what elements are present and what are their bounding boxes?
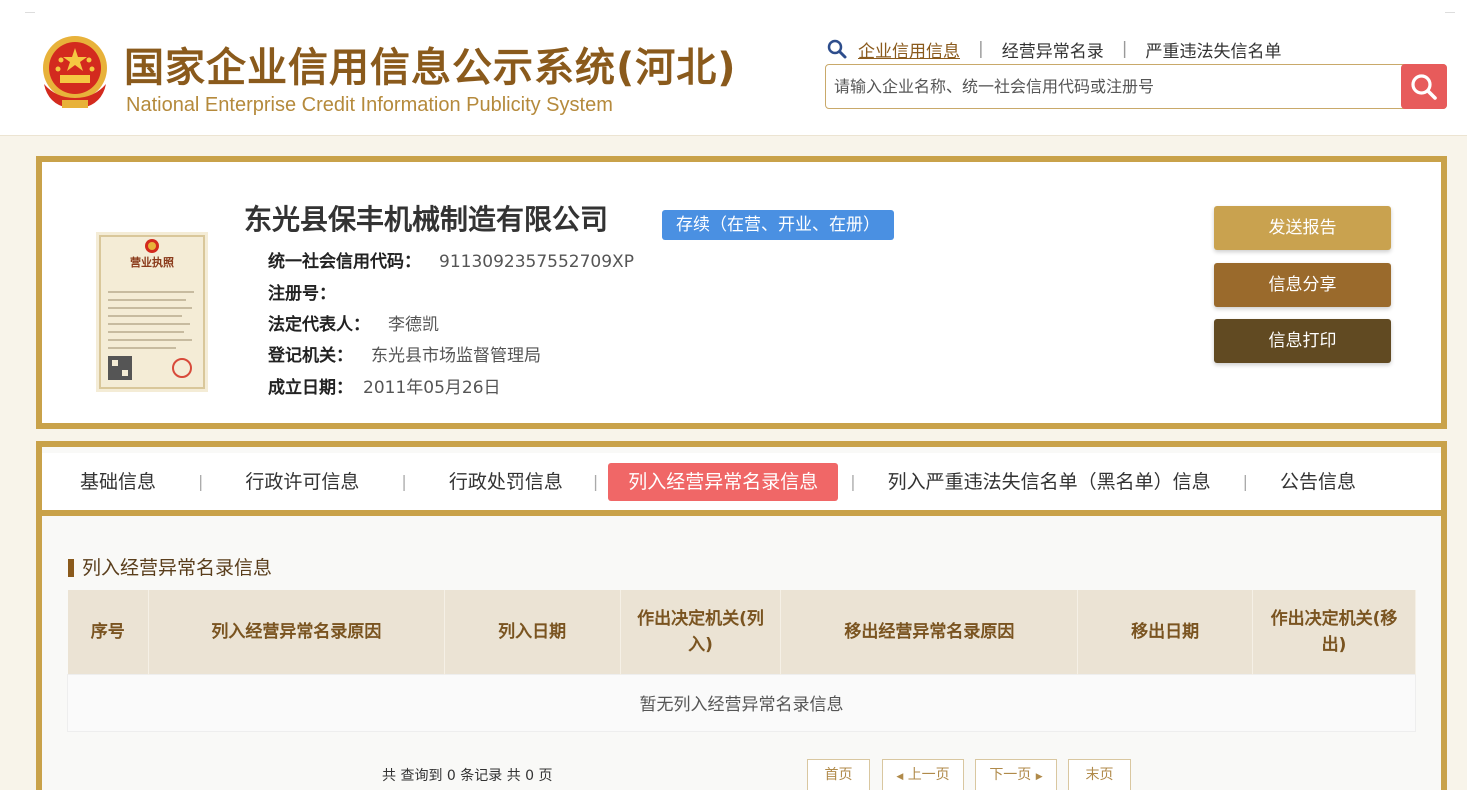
search-box — [825, 64, 1447, 109]
nav-divider: | — [978, 39, 984, 59]
info-establishment-date: 成立日期： 2011年05月26日 — [268, 376, 501, 400]
col-header: 序号 — [67, 590, 149, 674]
print-info-button[interactable]: 信息打印 — [1214, 319, 1391, 363]
table-row: 暂无列入经营异常名录信息 — [67, 673, 1416, 732]
status-badge: 存续（在营、开业、在册） — [662, 210, 894, 240]
next-page-button[interactable]: 下一页 ▶ — [975, 759, 1057, 790]
top-decoration — [0, 12, 1467, 13]
tab-divider: | — [1242, 472, 1249, 491]
tab-divider: | — [850, 472, 856, 491]
company-name: 东光县保丰机械制造有限公司 — [244, 203, 609, 236]
national-emblem-icon — [43, 36, 107, 108]
col-header: 作出决定机关(列入) — [620, 590, 782, 674]
info-label: 注册号： — [268, 284, 336, 304]
prev-page-button[interactable]: ◀ 上一页 — [882, 759, 964, 790]
company-card: 营业执照 东光县保丰机械制造有限公司 存续（在营、开业、在册） 统一社会信用代码… — [36, 156, 1447, 429]
info-value: 东光县市场监督管理局 — [371, 346, 541, 366]
tab-admin-license[interactable]: 行政许可信息 — [225, 463, 379, 501]
col-header: 作出决定机关(移出) — [1252, 590, 1416, 674]
info-label: 法定代表人： — [268, 315, 370, 335]
tab-blacklist[interactable]: 列入严重违法失信名单（黑名单）信息 — [868, 463, 1231, 501]
search-icon — [1411, 73, 1437, 100]
nav-divider: | — [1121, 39, 1128, 59]
first-page-button[interactable]: 首页 — [807, 759, 870, 790]
info-registration-no: 注册号： — [268, 282, 354, 306]
nav-enterprise-credit[interactable]: 企业信用信息 — [858, 37, 960, 62]
info-label: 统一社会信用代码： — [268, 252, 421, 272]
tab-divider: | — [401, 472, 407, 491]
tab-basic-info[interactable]: 基础信息 — [60, 463, 176, 501]
info-credit-code: 统一社会信用代码： 9113092357552709XP — [268, 250, 634, 274]
info-label: 成立日期： — [268, 378, 353, 398]
tab-admin-penalty[interactable]: 行政处罚信息 — [429, 463, 583, 501]
license-title: 营业执照 — [130, 255, 174, 269]
magnifier-icon — [827, 39, 847, 59]
table-header-row: 序号 列入经营异常名录原因 列入日期 作出决定机关(列入) 移出经营异常名录原因… — [67, 590, 1416, 674]
nav-abnormal-list[interactable]: 经营异常名录 — [1002, 37, 1104, 62]
empty-message: 暂无列入经营异常名录信息 — [67, 673, 1416, 732]
col-header: 列入经营异常名录原因 — [148, 590, 445, 674]
site-title: 国家企业信用信息公示系统(河北) — [124, 45, 737, 91]
tab-abnormal-operation[interactable]: 列入经营异常名录信息 — [608, 462, 839, 501]
info-value: 2011年05月26日 — [363, 378, 501, 398]
caret-left-icon: ◀ — [896, 772, 904, 782]
top-nav: 企业信用信息 | 经营异常名录 | 严重违法失信名单 — [826, 37, 1281, 62]
tab-announcement[interactable]: 公告信息 — [1260, 463, 1376, 501]
info-value: 9113092357552709XP — [439, 252, 634, 272]
site-header: 国家企业信用信息公示系统(河北) National Enterprise Cre… — [0, 0, 1467, 136]
info-label: 登记机关： — [268, 346, 353, 366]
site-subtitle: National Enterprise Credit Information P… — [126, 94, 613, 116]
next-page-label: 下一页 — [989, 767, 1032, 783]
business-license-image: 营业执照 — [96, 232, 208, 392]
share-info-button[interactable]: 信息分享 — [1214, 263, 1391, 307]
tab-divider: | — [592, 472, 599, 491]
abnormal-list-table: 序号 列入经营异常名录原因 列入日期 作出决定机关(列入) 移出经营异常名录原因… — [67, 590, 1416, 732]
last-page-button[interactable]: 末页 — [1068, 759, 1131, 790]
col-header: 移出日期 — [1077, 590, 1254, 674]
info-value: 李德凯 — [388, 315, 439, 335]
tab-divider: | — [198, 472, 204, 491]
search-input[interactable] — [834, 65, 1399, 108]
col-header: 移出经营异常名录原因 — [780, 590, 1079, 674]
section-title: 列入经营异常名录信息 — [68, 555, 272, 581]
col-header: 列入日期 — [444, 590, 621, 674]
pagination-info: 共 查询到 0 条记录 共 0 页 — [382, 768, 553, 784]
prev-page-label: 上一页 — [907, 767, 950, 783]
nav-serious-violation-list[interactable]: 严重违法失信名单 — [1145, 37, 1281, 62]
caret-right-icon: ▶ — [1035, 772, 1043, 782]
info-tabs: 基础信息 | 行政许可信息 | 行政处罚信息 | 列入经营异常名录信息 | 列入… — [42, 453, 1441, 516]
main-content: 基础信息 | 行政许可信息 | 行政处罚信息 | 列入经营异常名录信息 | 列入… — [36, 441, 1447, 790]
search-button[interactable] — [1401, 64, 1447, 109]
info-registration-authority: 登记机关： 东光县市场监督管理局 — [268, 344, 541, 368]
send-report-button[interactable]: 发送报告 — [1214, 206, 1391, 250]
info-legal-representative: 法定代表人： 李德凯 — [268, 313, 439, 337]
